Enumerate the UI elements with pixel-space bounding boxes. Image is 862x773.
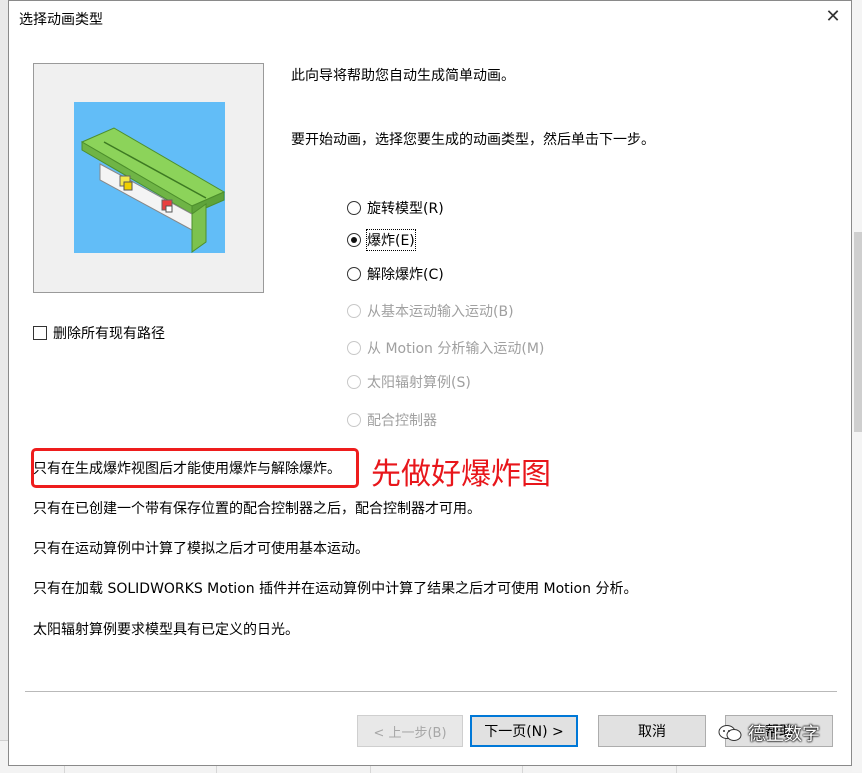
radio-mate-controller: 配合控制器 bbox=[347, 409, 437, 431]
radio-label: 配合控制器 bbox=[367, 413, 437, 429]
radio-circle-icon[interactable] bbox=[347, 267, 361, 281]
note-mate-controller: 只有在已创建一个带有保存位置的配合控制器之后，配合控制器才可用。 bbox=[33, 501, 481, 517]
background-window-edge bbox=[852, 0, 862, 772]
radio-circle-icon[interactable] bbox=[347, 233, 361, 247]
note-explode: 只有在生成爆炸视图后才能使用爆炸与解除爆炸。 bbox=[33, 461, 341, 477]
back-button[interactable]: < 上一步(B) bbox=[357, 715, 463, 747]
animation-preview-frame bbox=[33, 63, 264, 293]
dialog-title: 选择动画类型 bbox=[19, 12, 103, 28]
red-annotation-text: 先做好爆炸图 bbox=[371, 457, 551, 492]
radio-explode[interactable]: 爆炸(E) bbox=[347, 229, 416, 251]
animation-preview-image bbox=[74, 102, 226, 253]
radio-basic-motion: 从基本运动输入运动(B) bbox=[347, 300, 514, 322]
radio-label: 从 Motion 分析输入运动(M) bbox=[367, 341, 545, 357]
radio-label: 太阳辐射算例(S) bbox=[367, 375, 471, 391]
radio-circle-icon bbox=[347, 413, 361, 427]
animation-wizard-dialog: 选择动画类型 ✕ 此向导将帮助您自动生成简单动画。 要开始动画，选择您要生成的动… bbox=[8, 0, 852, 766]
next-button[interactable]: 下一页(N) > bbox=[470, 715, 578, 747]
watermark: 德正数字 bbox=[718, 718, 846, 748]
radio-circle-icon bbox=[347, 375, 361, 389]
watermark-text: 德正数字 bbox=[748, 724, 820, 745]
radio-rotate-model[interactable]: 旋转模型(R) bbox=[347, 197, 444, 219]
radio-motion-analysis: 从 Motion 分析输入运动(M) bbox=[347, 337, 544, 359]
radio-label: 旋转模型(R) bbox=[367, 201, 444, 217]
checkbox-label: 删除所有现有路径 bbox=[53, 326, 165, 342]
radio-circle-icon[interactable] bbox=[347, 201, 361, 215]
cancel-button[interactable]: 取消 bbox=[598, 715, 706, 747]
note-sun-study: 太阳辐射算例要求模型具有已定义的日光。 bbox=[33, 622, 299, 638]
radio-sun-study: 太阳辐射算例(S) bbox=[347, 371, 471, 393]
radio-circle-icon bbox=[347, 341, 361, 355]
delete-paths-checkbox[interactable] bbox=[33, 326, 47, 340]
radio-collapse[interactable]: 解除爆炸(C) bbox=[347, 263, 444, 285]
note-motion-analysis: 只有在加载 SOLIDWORKS Motion 插件并在运动算例中计算了结果之后… bbox=[33, 581, 638, 597]
note-basic-motion: 只有在运动算例中计算了模拟之后才可使用基本运动。 bbox=[33, 541, 369, 557]
button-separator bbox=[25, 691, 837, 692]
radio-label: 从基本运动输入运动(B) bbox=[367, 304, 514, 320]
radio-label: 解除爆炸(C) bbox=[367, 267, 444, 283]
model-thumbnail-icon bbox=[80, 127, 226, 253]
intro-text-line1: 此向导将帮助您自动生成简单动画。 bbox=[291, 68, 515, 84]
delete-paths-checkbox-row[interactable]: 删除所有现有路径 bbox=[33, 323, 165, 343]
radio-circle-icon bbox=[347, 304, 361, 318]
intro-text-line2: 要开始动画，选择您要生成的动画类型，然后单击下一步。 bbox=[291, 132, 655, 148]
radio-label: 爆炸(E) bbox=[366, 229, 416, 251]
close-icon[interactable]: ✕ bbox=[821, 5, 845, 29]
wechat-icon bbox=[718, 725, 742, 741]
